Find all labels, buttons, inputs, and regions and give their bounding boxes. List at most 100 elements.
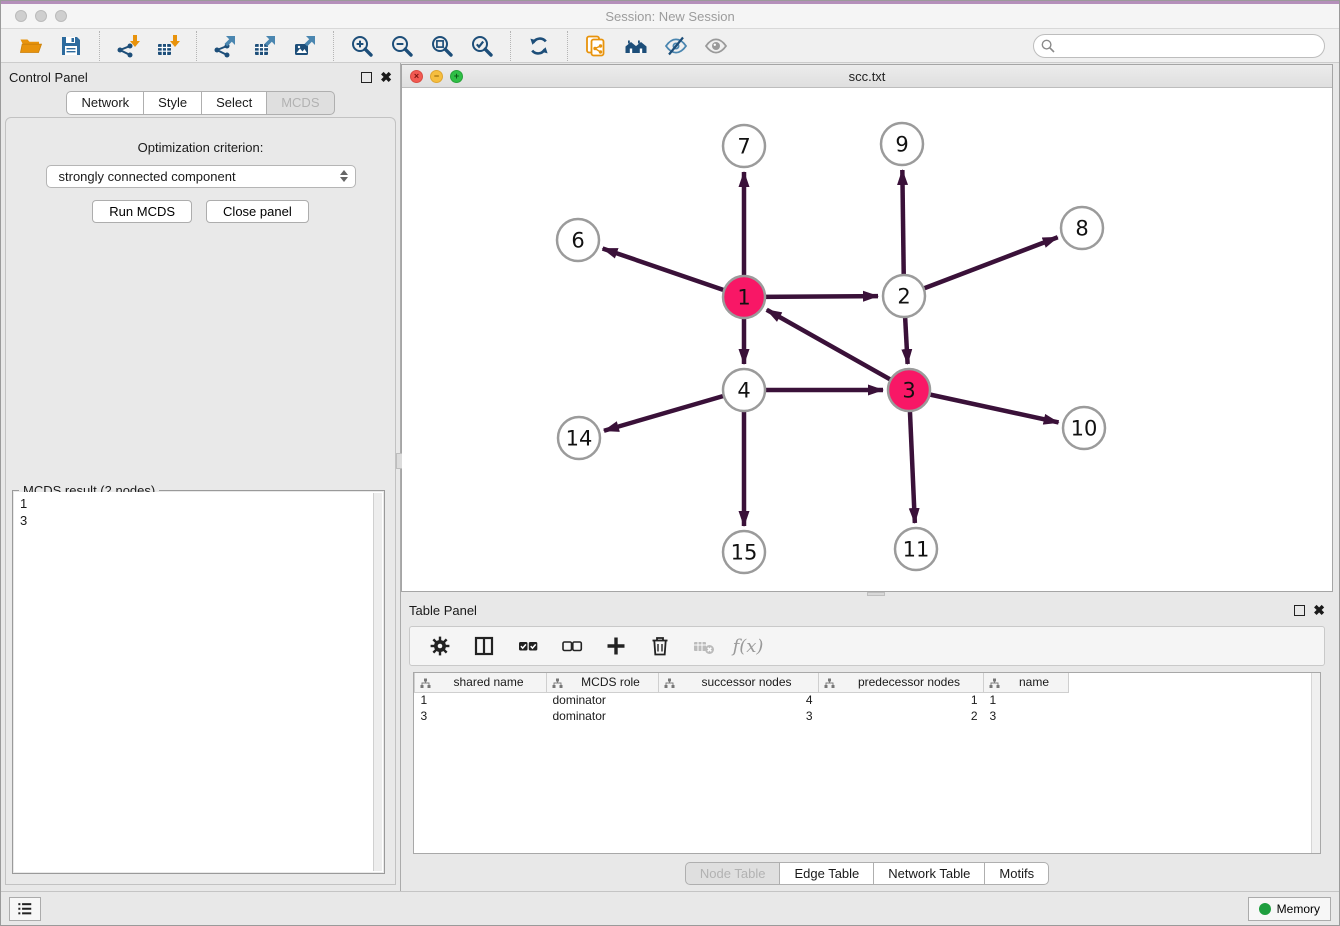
table-cell[interactable]: 4	[659, 692, 819, 708]
table-panel-title: Table Panel	[409, 603, 477, 618]
toolbar-separator	[333, 31, 334, 61]
tab-mcds[interactable]: MCDS	[266, 91, 334, 115]
column-header-MCDS-role[interactable]: MCDS role	[547, 673, 659, 692]
table-settings-button[interactable]	[425, 631, 455, 661]
node-table[interactable]: shared nameMCDS rolesuccessor nodesprede…	[413, 672, 1321, 854]
svg-text:15: 15	[731, 541, 758, 565]
toolbar-separator	[567, 31, 568, 61]
import-network-button[interactable]	[113, 31, 143, 61]
control-panel-tabs: NetworkStyleSelectMCDS	[1, 91, 400, 115]
show-all-button[interactable]	[701, 31, 731, 61]
apply-layout-button[interactable]	[524, 31, 554, 61]
select-all-columns-button[interactable]	[513, 631, 543, 661]
network-title: scc.txt	[402, 69, 1332, 84]
graph-node-2[interactable]: 2	[883, 275, 925, 317]
svg-text:10: 10	[1071, 417, 1098, 441]
search-input[interactable]	[1033, 34, 1325, 58]
close-panel-icon[interactable]: ✖	[380, 72, 392, 83]
graph-node-11[interactable]: 11	[895, 528, 937, 570]
zoom-selected-button[interactable]	[467, 31, 497, 61]
table-row[interactable]: 1dominator411	[415, 692, 1069, 708]
zoom-in-button[interactable]	[347, 31, 377, 61]
show-columns-button[interactable]	[469, 631, 499, 661]
network-window-titlebar[interactable]: × − + scc.txt	[402, 65, 1332, 88]
svg-text:7: 7	[737, 135, 750, 159]
graph-node-4[interactable]: 4	[723, 369, 765, 411]
table-cell[interactable]: 3	[659, 708, 819, 724]
column-header-name[interactable]: name	[984, 673, 1069, 692]
float-panel-icon[interactable]	[361, 72, 372, 83]
horizontal-splitter-handle[interactable]	[867, 592, 885, 596]
export-image-button[interactable]	[290, 31, 320, 61]
table-cell[interactable]: 3	[415, 708, 547, 724]
graph-node-3[interactable]: 3	[888, 369, 930, 411]
export-network-button[interactable]	[210, 31, 240, 61]
graph-node-10[interactable]: 10	[1063, 407, 1105, 449]
open-session-button[interactable]	[16, 31, 46, 61]
graph-node-8[interactable]: 8	[1061, 207, 1103, 249]
graph-node-15[interactable]: 15	[723, 531, 765, 573]
svg-text:8: 8	[1075, 217, 1088, 241]
table-cell[interactable]: 1	[984, 692, 1069, 708]
new-network-from-selection-button[interactable]	[581, 31, 611, 61]
result-scrollbar[interactable]	[373, 493, 382, 871]
table-row[interactable]: 3dominator323	[415, 708, 1069, 724]
tab-style[interactable]: Style	[143, 91, 202, 115]
svg-text:9: 9	[895, 133, 908, 157]
horizontal-splitter[interactable]	[401, 592, 1333, 596]
delete-row-button[interactable]	[645, 631, 675, 661]
float-table-panel-icon[interactable]	[1294, 605, 1305, 616]
optimization-criterion-label: Optimization criterion:	[6, 140, 395, 155]
graph-node-9[interactable]: 9	[881, 123, 923, 165]
tab-node-table[interactable]: Node Table	[685, 862, 781, 885]
column-header-shared-name[interactable]: shared name	[415, 673, 547, 692]
table-cell[interactable]: 1	[819, 692, 984, 708]
graph-edge-1-6[interactable]	[603, 248, 744, 297]
graph-node-1[interactable]: 1	[723, 276, 765, 318]
graph-edge-3-10[interactable]	[909, 390, 1059, 422]
graph-edge-2-8[interactable]	[904, 237, 1058, 296]
zoom-out-button[interactable]	[387, 31, 417, 61]
svg-text:14: 14	[566, 427, 593, 451]
hide-selected-button[interactable]	[661, 31, 691, 61]
svg-text:4: 4	[737, 379, 750, 403]
control-panel: Control Panel ✖ NetworkStyleSelectMCDS O…	[1, 63, 401, 891]
memory-button[interactable]: Memory	[1248, 897, 1331, 921]
tab-motifs[interactable]: Motifs	[984, 862, 1049, 885]
mcds-result-values: 1 3	[14, 492, 383, 532]
tab-select[interactable]: Select	[201, 91, 267, 115]
table-cell[interactable]: 3	[984, 708, 1069, 724]
unselect-all-columns-button[interactable]	[557, 631, 587, 661]
graph-edge-3-1[interactable]	[767, 310, 909, 390]
zoom-fit-button[interactable]	[427, 31, 457, 61]
network-canvas[interactable]: 1 2 3 4 6 7 8 9 10 11 14 15	[402, 88, 1332, 591]
graph-node-6[interactable]: 6	[557, 219, 599, 261]
optimization-criterion-select[interactable]: strongly connected component	[46, 165, 356, 188]
column-header-predecessor-nodes[interactable]: predecessor nodes	[819, 673, 984, 692]
graph-node-7[interactable]: 7	[723, 125, 765, 167]
first-neighbors-button[interactable]	[621, 31, 651, 61]
title-bar: Session: New Session	[1, 1, 1339, 29]
run-mcds-button[interactable]: Run MCDS	[92, 200, 192, 223]
status-bar: Memory	[1, 891, 1339, 925]
mcds-result-list[interactable]: 1 3	[14, 492, 383, 872]
table-cell[interactable]: 1	[415, 692, 547, 708]
tab-network[interactable]: Network	[66, 91, 144, 115]
table-cell[interactable]: dominator	[547, 692, 659, 708]
column-header-successor-nodes[interactable]: successor nodes	[659, 673, 819, 692]
list-icon	[15, 899, 35, 919]
tab-network-table[interactable]: Network Table	[873, 862, 985, 885]
import-table-button[interactable]	[153, 31, 183, 61]
export-table-button[interactable]	[250, 31, 280, 61]
save-session-button[interactable]	[56, 31, 86, 61]
close-table-panel-icon[interactable]: ✖	[1313, 605, 1325, 616]
graph-node-14[interactable]: 14	[558, 417, 600, 459]
tab-edge-table[interactable]: Edge Table	[779, 862, 874, 885]
table-scrollbar[interactable]	[1311, 673, 1320, 853]
task-history-button[interactable]	[9, 897, 41, 921]
table-cell[interactable]: 2	[819, 708, 984, 724]
table-cell[interactable]: dominator	[547, 708, 659, 724]
close-panel-button[interactable]: Close panel	[206, 200, 309, 223]
add-row-button[interactable]	[601, 631, 631, 661]
table-panel: Table Panel ✖ f(x) shared nameMCDS roles…	[401, 596, 1333, 891]
